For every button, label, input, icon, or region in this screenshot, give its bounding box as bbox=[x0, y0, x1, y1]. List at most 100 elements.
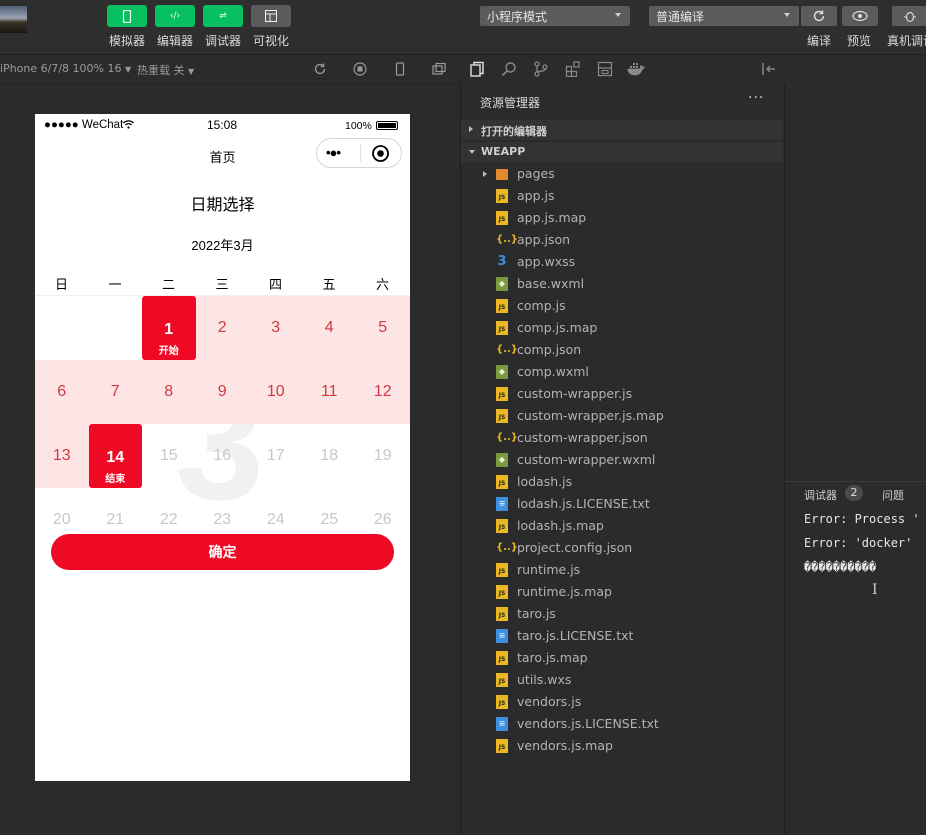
preview-button[interactable] bbox=[842, 6, 878, 26]
file-item[interactable]: JS custom-wrapper.js.map bbox=[461, 405, 783, 427]
calendar-day[interactable]: 6 bbox=[35, 360, 89, 424]
compile-select[interactable]: 普通编译 bbox=[649, 6, 799, 26]
calendar-day[interactable]: 12 bbox=[356, 360, 410, 424]
day-number: 15 bbox=[159, 447, 178, 464]
weekday-sat: 六 bbox=[375, 277, 389, 292]
calendar-day[interactable]: 11 bbox=[302, 360, 356, 424]
search-icon[interactable] bbox=[501, 61, 517, 77]
file-item[interactable]: JS lodash.js.map bbox=[461, 515, 783, 537]
calendar-day[interactable]: 8 bbox=[142, 360, 196, 424]
storage-icon[interactable] bbox=[597, 61, 613, 77]
files-icon[interactable] bbox=[469, 61, 485, 77]
file-name: custom-wrapper.js bbox=[517, 386, 633, 401]
calendar-day[interactable]: 19 bbox=[356, 424, 410, 488]
file-item[interactable]: JS comp.js.map bbox=[461, 317, 783, 339]
close-miniprogram-icon[interactable] bbox=[371, 144, 390, 163]
file-item[interactable]: JS comp.js bbox=[461, 295, 783, 317]
rotate-icon[interactable] bbox=[313, 62, 327, 76]
phone-icon[interactable] bbox=[393, 62, 407, 76]
js-file-icon: JS bbox=[496, 387, 508, 401]
day-number: 20 bbox=[52, 511, 71, 528]
simulator-toggle-button[interactable] bbox=[107, 5, 147, 27]
extensions-icon[interactable] bbox=[565, 61, 581, 77]
file-item[interactable]: JS vendors.js bbox=[461, 691, 783, 713]
calendar-day[interactable]: 3 bbox=[249, 296, 303, 360]
source-control-icon[interactable] bbox=[533, 61, 549, 77]
docker-icon[interactable] bbox=[627, 61, 645, 77]
file-item[interactable]: 3 app.wxss bbox=[461, 251, 783, 273]
file-item[interactable]: ≡ vendors.js.LICENSE.txt bbox=[461, 713, 783, 735]
open-editors-section[interactable]: 打开的编辑器 bbox=[461, 120, 783, 140]
folder-item[interactable]: pages bbox=[461, 163, 783, 185]
file-name: base.wxml bbox=[517, 276, 585, 291]
mode-select[interactable]: 小程序模式 bbox=[480, 6, 630, 26]
tab-debugger[interactable]: 调试器 bbox=[804, 487, 837, 503]
file-name: lodash.js.map bbox=[517, 518, 604, 533]
editor-toggle-button[interactable]: ‹/› bbox=[155, 5, 195, 27]
calendar-day[interactable]: 13 bbox=[35, 424, 89, 488]
user-avatar[interactable] bbox=[0, 6, 27, 33]
calendar-day[interactable]: 14 结束 bbox=[88, 424, 142, 488]
day-number: 4 bbox=[324, 319, 334, 336]
calendar-day[interactable]: 4 bbox=[302, 296, 356, 360]
tab-problems[interactable]: 问题 bbox=[882, 487, 904, 503]
calendar-day[interactable]: 1 开始 bbox=[142, 296, 196, 360]
weapp-root-section[interactable]: WEAPP bbox=[461, 142, 783, 162]
calendar-day[interactable]: 9 bbox=[195, 360, 249, 424]
remote-debug-button[interactable] bbox=[892, 6, 926, 26]
chevron-down-icon bbox=[469, 150, 475, 154]
weekday-tue: 二 bbox=[161, 277, 175, 292]
file-item[interactable]: ≡ taro.js.LICENSE.txt bbox=[461, 625, 783, 647]
file-name: project.config.json bbox=[517, 540, 633, 555]
file-item[interactable]: JS taro.js bbox=[461, 603, 783, 625]
file-name: comp.js bbox=[517, 298, 566, 313]
file-name: custom-wrapper.wxml bbox=[517, 452, 656, 467]
file-item[interactable]: JS custom-wrapper.js bbox=[461, 383, 783, 405]
calendar-day[interactable]: 7 bbox=[88, 360, 142, 424]
device-select[interactable]: iPhone 6/7/8 100% 16 ▼ bbox=[0, 62, 131, 75]
record-icon[interactable] bbox=[353, 62, 367, 76]
file-item[interactable]: {..} project.config.json bbox=[461, 537, 783, 559]
confirm-button[interactable]: 确定 bbox=[51, 534, 394, 570]
compile-button[interactable] bbox=[801, 6, 837, 26]
file-item[interactable]: JS taro.js.map bbox=[461, 647, 783, 669]
collapse-panel-icon[interactable] bbox=[761, 62, 777, 76]
file-item[interactable]: JS app.js bbox=[461, 185, 783, 207]
file-item[interactable]: {..} custom-wrapper.json bbox=[461, 427, 783, 449]
file-name: taro.js.map bbox=[517, 650, 588, 665]
js-file-icon: JS bbox=[496, 475, 508, 489]
file-item[interactable]: ◆ comp.wxml bbox=[461, 361, 783, 383]
detach-window-icon[interactable] bbox=[432, 62, 446, 76]
file-item[interactable]: JS app.js.map bbox=[461, 207, 783, 229]
calendar-day[interactable]: 16 bbox=[196, 424, 250, 488]
file-item[interactable]: ≡ lodash.js.LICENSE.txt bbox=[461, 493, 783, 515]
file-item[interactable]: JS runtime.js.map bbox=[461, 581, 783, 603]
file-item[interactable]: JS lodash.js bbox=[461, 471, 783, 493]
file-item[interactable]: ◆ base.wxml bbox=[461, 273, 783, 295]
preview-label: 预览 bbox=[847, 34, 872, 48]
console-line: ���������� bbox=[804, 560, 877, 574]
file-item[interactable]: JS utils.wxs bbox=[461, 669, 783, 691]
calendar-day[interactable]: 18 bbox=[303, 424, 357, 488]
console-output[interactable]: Error: Process ' Error: 'docker' �������… bbox=[804, 510, 926, 582]
json-file-icon: {..} bbox=[496, 432, 518, 443]
file-item[interactable]: JS vendors.js.map bbox=[461, 735, 783, 757]
debugger-toggle-button[interactable]: ⇌ bbox=[203, 5, 243, 27]
file-item[interactable]: ◆ custom-wrapper.wxml bbox=[461, 449, 783, 471]
file-name: app.wxss bbox=[517, 254, 576, 269]
more-dots-icon[interactable]: •●• bbox=[326, 145, 341, 160]
visual-toggle-button[interactable] bbox=[251, 5, 291, 27]
day-number: 17 bbox=[266, 447, 285, 464]
calendar-day[interactable]: 2 bbox=[195, 296, 249, 360]
chevron-down-icon: ▼ bbox=[188, 67, 195, 76]
calendar-day[interactable]: 15 bbox=[142, 424, 196, 488]
page-title: 日期选择 bbox=[190, 197, 255, 214]
more-actions-icon[interactable]: ··· bbox=[748, 90, 764, 106]
calendar-day[interactable]: 17 bbox=[249, 424, 303, 488]
file-item[interactable]: {..} app.json bbox=[461, 229, 783, 251]
calendar-day[interactable]: 5 bbox=[356, 296, 410, 360]
hot-reload-select[interactable]: 热重载 关 ▼ bbox=[137, 62, 194, 78]
file-item[interactable]: {..} comp.json bbox=[461, 339, 783, 361]
file-item[interactable]: JS runtime.js bbox=[461, 559, 783, 581]
calendar-day[interactable]: 10 bbox=[249, 360, 303, 424]
